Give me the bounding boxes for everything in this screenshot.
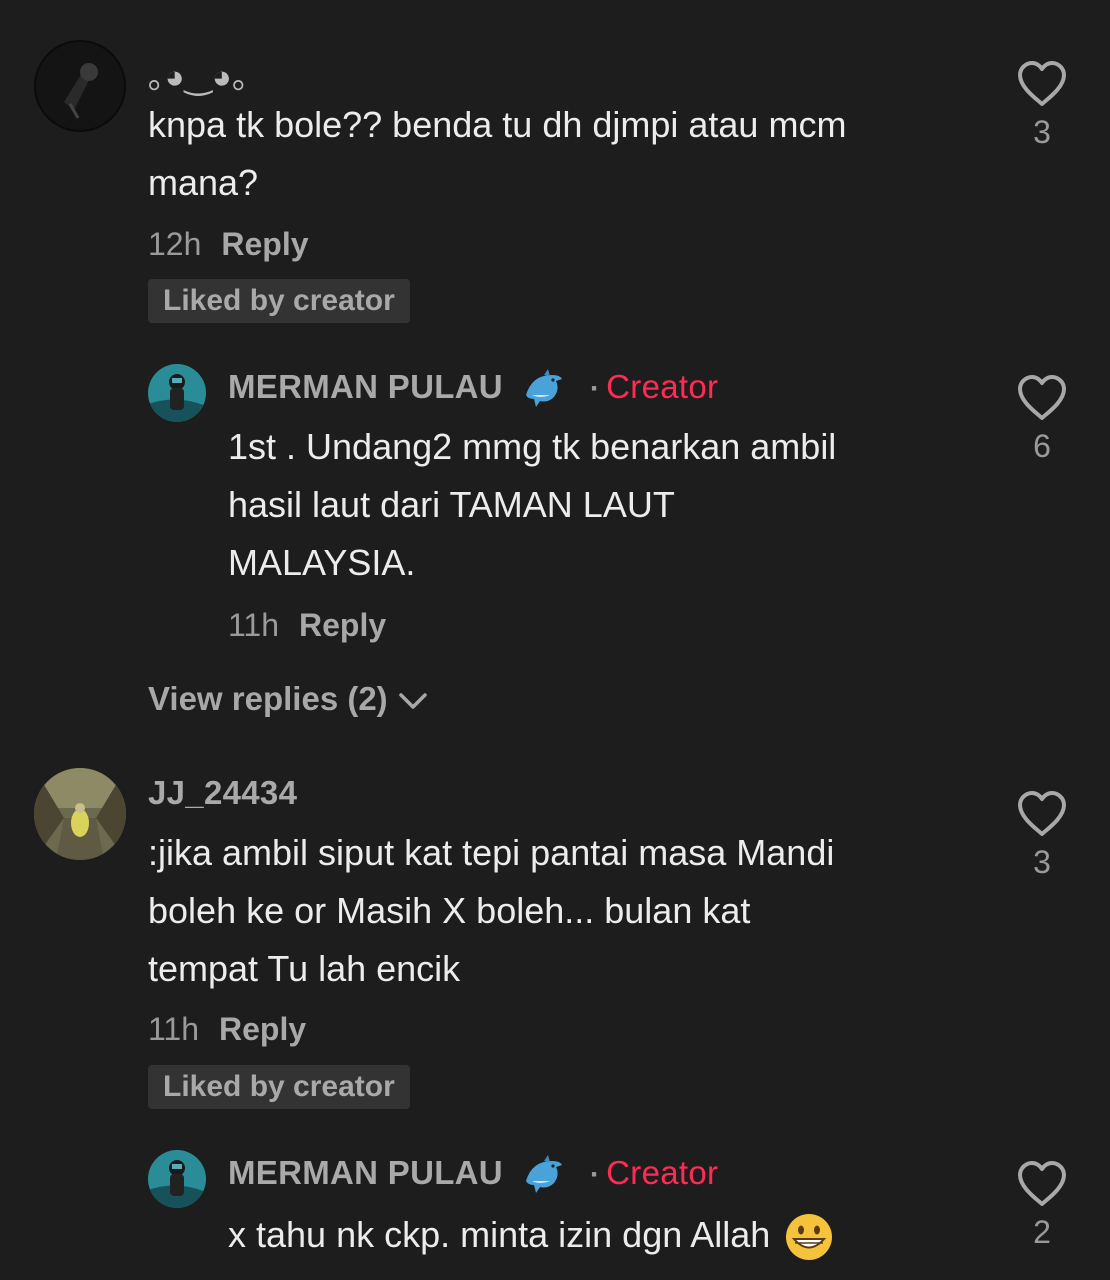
comment-username: MERMAN PULAU · Creator (228, 1154, 718, 1195)
comment-text-line: :jika ambil siput kat tepi pantai masa M… (148, 832, 835, 873)
comment-text: x tahu nk ckp. minta izin dgn Allah (228, 1206, 834, 1264)
comment-time: 11h (228, 607, 280, 643)
view-replies-label: View replies (2) (148, 680, 388, 717)
comment-username[interactable]: ｡◕‿◕｡ (148, 50, 249, 98)
heart-outline-icon[interactable] (1016, 374, 1068, 422)
comments-panel: ｡◕‿◕｡ knpa tk bole?? benda tu dh djmpi a… (0, 0, 1110, 1280)
comment-text-line: MALAYSIA. (228, 542, 416, 583)
comment-text-line: x tahu nk ckp. minta izin dgn Allah (228, 1214, 771, 1255)
like-count: 2 (1033, 1214, 1051, 1250)
creator-tag: Creator (606, 1154, 719, 1191)
creator-tag: Creator (606, 368, 719, 405)
liked-by-creator-badge: Liked by creator (148, 1065, 410, 1109)
like-count: 3 (1033, 114, 1051, 150)
dolphin-emoji-icon (526, 1155, 563, 1194)
comment-meta: 11h Reply (148, 1011, 306, 1048)
heart-outline-icon[interactable] (1016, 1160, 1068, 1208)
creator-username[interactable]: MERMAN PULAU (228, 1154, 503, 1191)
like-button[interactable]: 3 (1012, 790, 1072, 881)
comment-text: 1st . Undang2 mmg tk benarkan ambil hasi… (228, 418, 836, 592)
like-button[interactable]: 2 (1012, 1160, 1072, 1251)
comment-username[interactable]: JJ_24434 (148, 774, 297, 812)
heart-outline-icon[interactable] (1016, 60, 1068, 108)
liked-by-creator-badge: Liked by creator (148, 279, 410, 323)
reply-button[interactable]: Reply (299, 607, 386, 643)
separator-dot: · (589, 372, 601, 405)
comment-meta: 12h Reply (148, 226, 309, 263)
chevron-down-icon (398, 693, 427, 710)
comment-text-line: 1st . Undang2 mmg tk benarkan ambil (228, 426, 837, 467)
comment-meta: 11h Reply (228, 607, 386, 644)
like-count: 6 (1033, 428, 1051, 464)
avatar[interactable] (148, 1150, 206, 1208)
like-count: 3 (1033, 844, 1051, 880)
comment-text-line: hasil laut dari TAMAN LAUT (228, 484, 675, 525)
comment-time: 12h (148, 226, 202, 262)
avatar[interactable] (148, 364, 206, 422)
comment-text-line: knpa tk bole?? benda tu dh djmpi atau mc… (148, 104, 847, 145)
heart-outline-icon[interactable] (1016, 790, 1068, 838)
comment-text-line: tempat Tu lah encik (148, 948, 461, 989)
dolphin-emoji-icon (526, 369, 563, 408)
comment-username: MERMAN PULAU · Creator (228, 368, 718, 409)
like-button[interactable]: 6 (1012, 374, 1072, 465)
reply-button[interactable]: Reply (219, 1011, 306, 1047)
avatar[interactable] (34, 40, 126, 132)
separator-dot: · (589, 1158, 601, 1191)
comment-text-line: boleh ke or Masih X boleh... bulan kat (148, 890, 751, 931)
comment-text: knpa tk bole?? benda tu dh djmpi atau mc… (148, 96, 846, 212)
creator-username[interactable]: MERMAN PULAU (228, 368, 503, 405)
comment-time: 11h (148, 1011, 200, 1047)
comment-text-line: mana? (148, 162, 259, 203)
grinning-emoji-icon (786, 1214, 833, 1261)
reply-button[interactable]: Reply (221, 226, 308, 262)
comment-text: :jika ambil siput kat tepi pantai masa M… (148, 824, 834, 998)
like-button[interactable]: 3 (1012, 60, 1072, 151)
view-replies-button[interactable]: View replies (2) (148, 680, 428, 718)
avatar[interactable] (34, 768, 126, 860)
